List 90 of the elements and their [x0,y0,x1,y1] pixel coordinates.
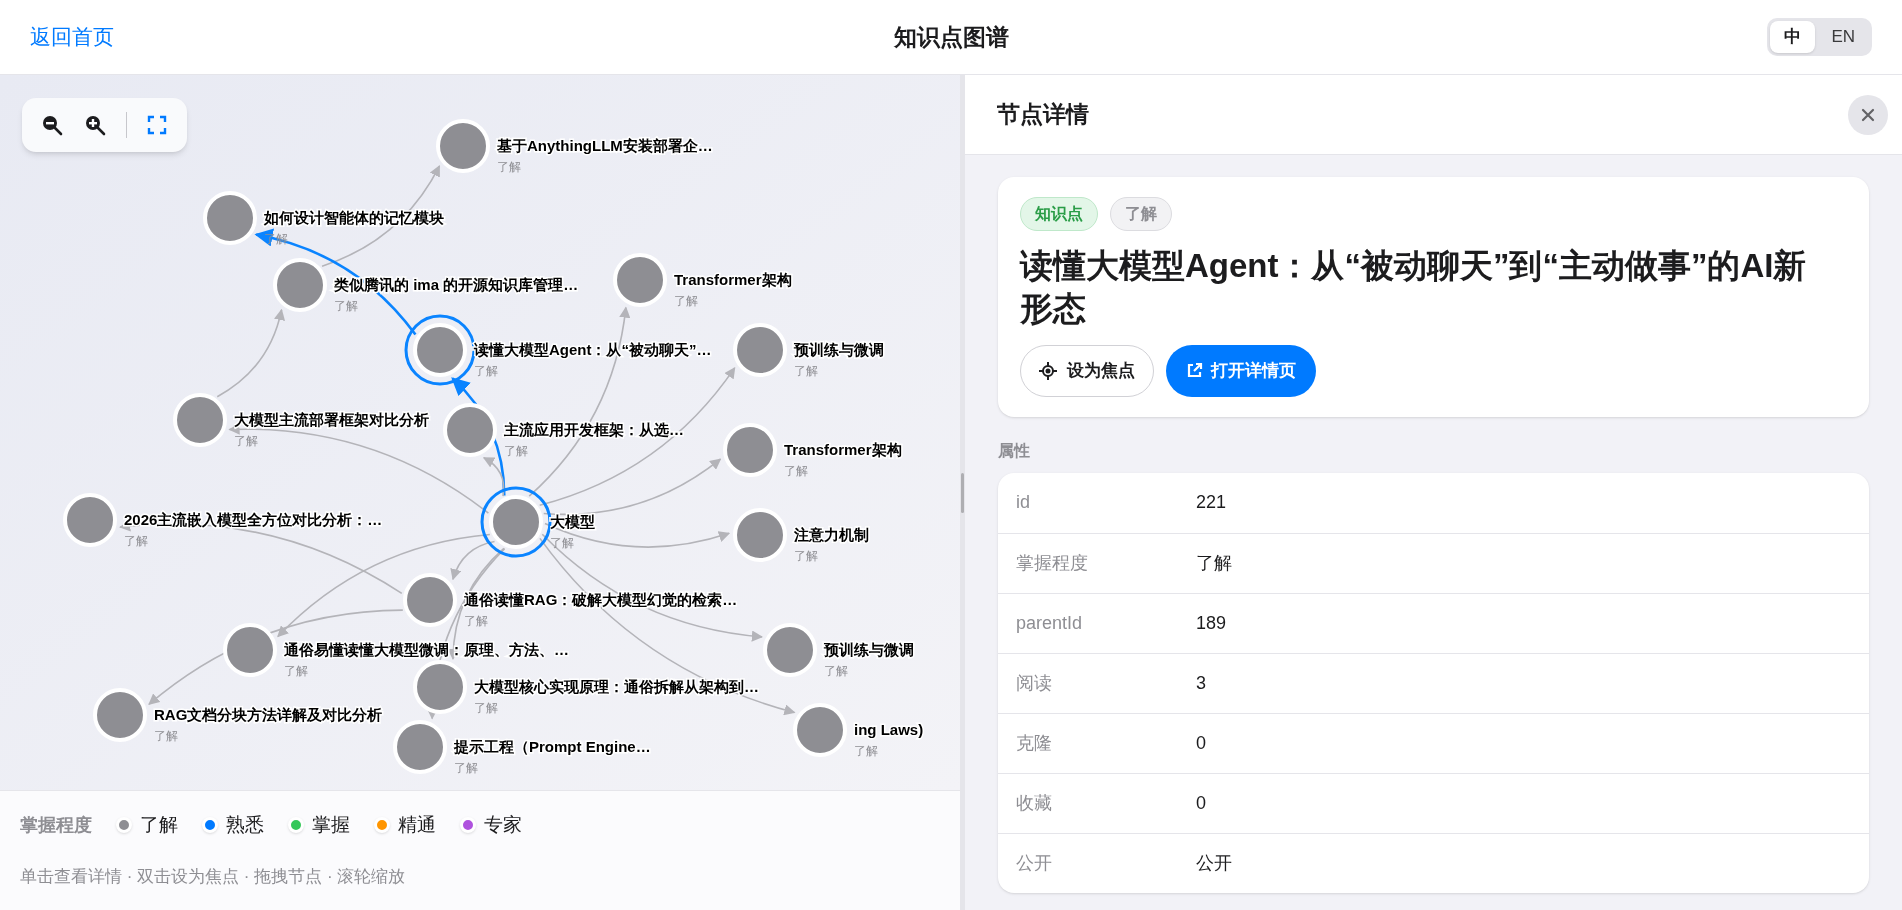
graph-node[interactable] [413,660,467,714]
property-name: parentId [1016,611,1084,635]
property-name: 阅读 [1016,671,1053,695]
node-level-label: 了解 [794,364,818,378]
node-level-label: 了解 [474,701,498,715]
graph-node[interactable] [723,423,777,477]
page-title: 知识点图谱 [893,22,1009,52]
graph-node[interactable] [443,403,497,457]
legend-label: 精通 [398,813,436,837]
target-icon [1039,361,1057,380]
node-level-label: 了解 [794,549,818,563]
node-level-label: 了解 [674,294,698,308]
legend-label: 掌握 [312,813,350,837]
graph-node[interactable] [63,493,117,547]
node-label: 大模型核心实现原理：通俗拆解从架构到… [474,678,759,695]
graph-node[interactable] [393,720,447,774]
node-level-label: 了解 [464,614,488,628]
node-label: 预训练与微调 [824,641,914,658]
node-label: 如何设计智能体的记忆模块 [264,209,444,226]
graph-node[interactable] [793,703,847,757]
node-level-label: 了解 [497,160,521,174]
node-label: Transformer架构 [674,271,792,288]
graph-node[interactable] [733,323,787,377]
graph-node[interactable] [613,253,667,307]
node-level-label: 了解 [784,464,808,478]
node-label: 通俗易懂读懂大模型微调：原理、方法、… [284,641,569,658]
legend-label: 了解 [140,813,178,837]
close-icon [1861,107,1875,122]
property-name: 克隆 [1016,731,1053,755]
property-value: 0 [1196,791,1206,815]
node-label: 主流应用开发框架：从选… [504,421,684,438]
node-label: 基于AnythingLLM安装部署企… [497,137,713,154]
level-tag: 了解 [1110,197,1172,231]
node-level-label: 了解 [854,744,878,758]
node-level-label: 了解 [454,761,478,775]
panel-title: 节点详情 [997,100,1089,130]
node-level-label: 了解 [234,434,258,448]
node-label: ing Laws) [854,721,924,738]
section-label: 属性 [998,440,1031,461]
graph-node[interactable] [173,393,227,447]
property-name: 掌握程度 [1016,551,1089,575]
close-button[interactable] [1848,94,1888,135]
external-link-icon [1186,362,1203,380]
node-label: 注意力机制 [794,526,869,543]
node-level-label: 了解 [474,364,498,378]
open-detail-button[interactable]: 打开详情页 [1166,344,1316,397]
graph-node[interactable] [223,623,277,677]
graph-node[interactable] [436,119,490,173]
back-link[interactable]: 返回首页 [30,21,114,53]
language-tab[interactable]: EN [1817,21,1869,53]
property-value: 221 [1196,491,1227,515]
node-label: 通俗读懂RAG：破解大模型幻觉的检索… [464,591,738,608]
property-value: 0 [1196,731,1206,755]
node-title: 读懂大模型Agent：从“被动聊天”到“主动做事”的AI新形态 [1020,246,1808,329]
graph-node[interactable] [413,323,467,377]
type-tag: 知识点 [1020,197,1098,231]
language-tab[interactable]: 中 [1770,21,1816,53]
legend-title: 掌握程度 [20,813,92,837]
node-level-label: 了解 [154,729,178,743]
node-label: Transformer架构 [784,441,902,458]
property-value: 3 [1196,671,1206,695]
property-value: 189 [1196,611,1227,635]
node-label: 大模型主流部署框架对比分析 [234,411,429,428]
node-level-label: 了解 [124,534,148,548]
usage-hint: 单击查看详情 · 双击设为焦点 · 拖拽节点 · 滚轮缩放 [20,865,407,888]
node-label: 提示工程（Prompt Engine… [454,738,651,755]
resize-handle[interactable] [961,472,964,513]
property-value: 公开 [1196,851,1232,875]
node-level-label: 了解 [824,664,848,678]
graph-node[interactable] [733,508,787,562]
property-name: id [1016,491,1031,515]
node-level-label: 了解 [550,536,574,550]
graph-node[interactable] [273,258,327,312]
node-label: 预训练与微调 [794,341,884,358]
legend-label: 熟悉 [226,813,264,837]
node-level-label: 了解 [504,444,528,458]
node-label: RAG文档分块方法详解及对比分析 [154,706,383,723]
property-name: 收藏 [1016,791,1053,815]
legend-label: 专家 [484,813,522,837]
graph-node[interactable] [203,191,257,245]
node-level-label: 了解 [334,299,358,313]
graph-node[interactable] [489,495,543,549]
set-focus-button[interactable]: 设为焦点 [1020,344,1154,397]
property-name: 公开 [1016,851,1053,875]
graph-node[interactable] [403,573,457,627]
node-level-label: 了解 [284,664,308,678]
graph-node[interactable] [93,688,147,742]
graph-node[interactable] [763,623,817,677]
node-label: 2026主流嵌入模型全方位对比分析：… [124,511,383,528]
property-value: 了解 [1196,551,1232,575]
